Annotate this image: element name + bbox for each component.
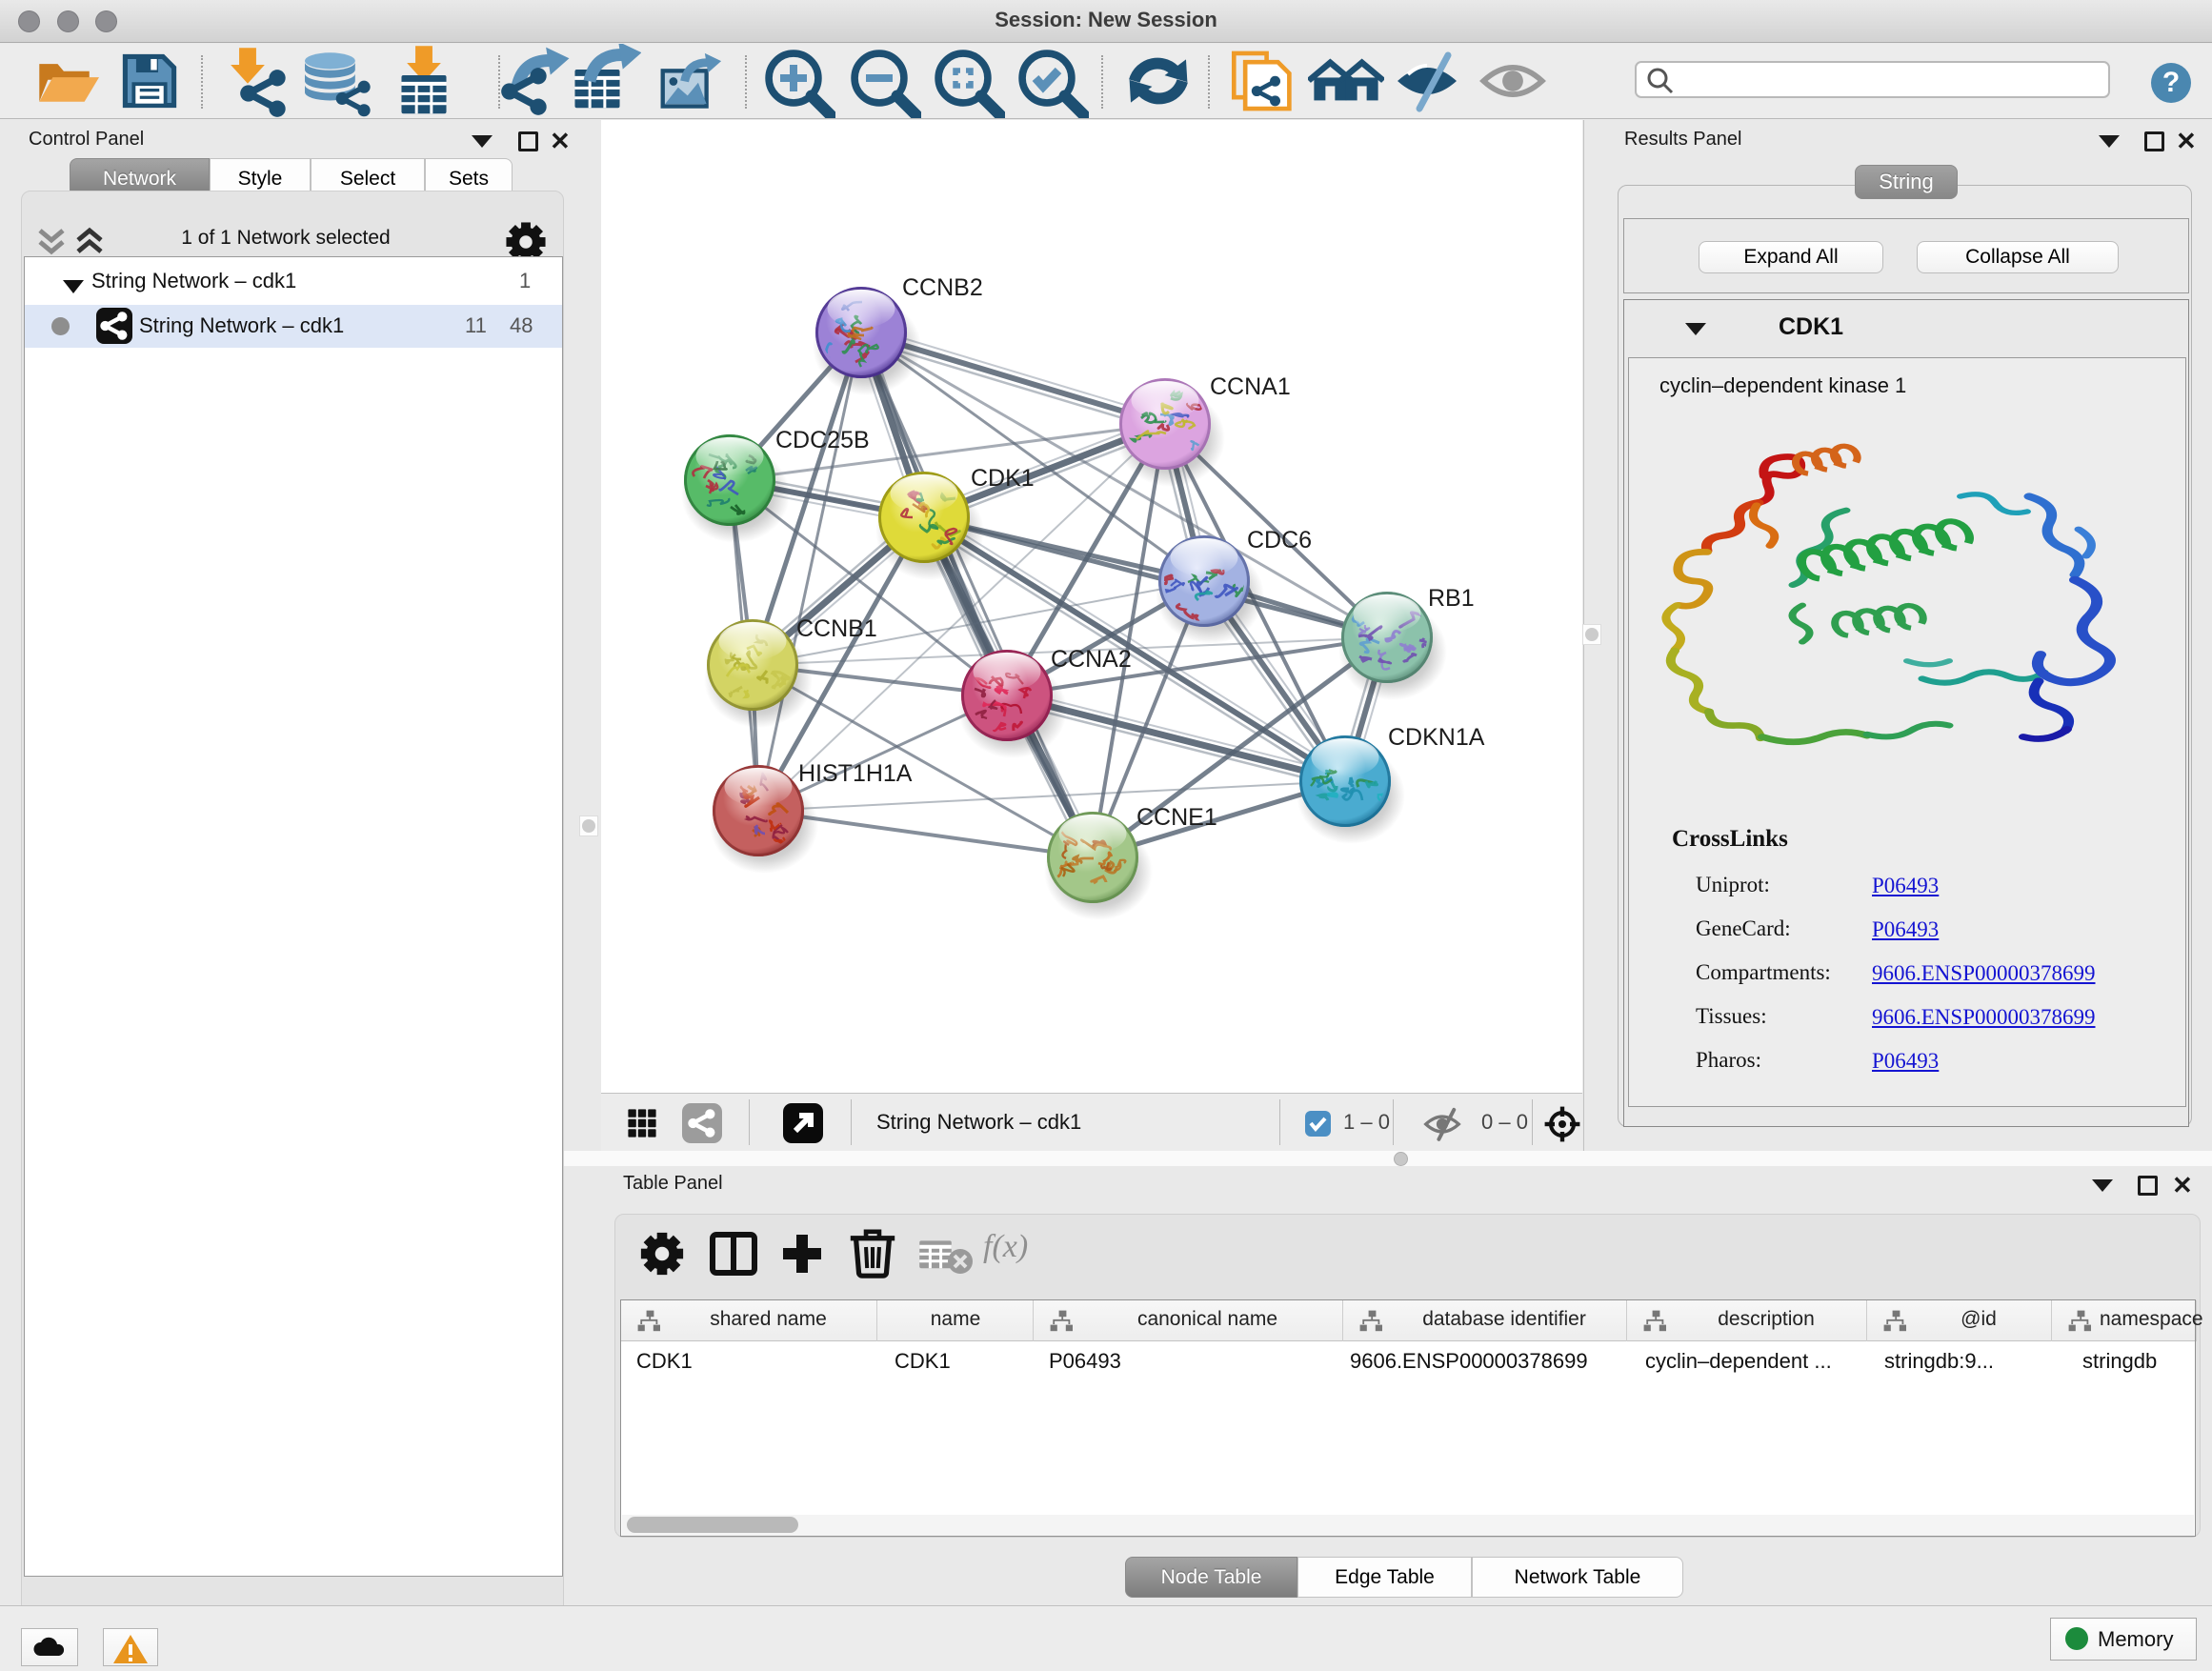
svg-text:?: ? bbox=[2162, 67, 2180, 98]
svg-text:CCNA1: CCNA1 bbox=[1210, 373, 1291, 400]
svg-text:CCNA2: CCNA2 bbox=[1051, 646, 1132, 673]
svg-text:CDK1: CDK1 bbox=[971, 465, 1035, 492]
svg-text:CCNB2: CCNB2 bbox=[902, 274, 983, 301]
svg-text:HIST1H1A: HIST1H1A bbox=[798, 760, 913, 787]
svg-text:CDC25B: CDC25B bbox=[775, 427, 870, 453]
svg-text:CDKN1A: CDKN1A bbox=[1388, 724, 1485, 751]
svg-text:CCNB1: CCNB1 bbox=[796, 615, 877, 642]
svg-text:CCNE1: CCNE1 bbox=[1136, 804, 1217, 831]
svg-text:RB1: RB1 bbox=[1428, 585, 1475, 612]
svg-text:CDC6: CDC6 bbox=[1247, 527, 1312, 554]
